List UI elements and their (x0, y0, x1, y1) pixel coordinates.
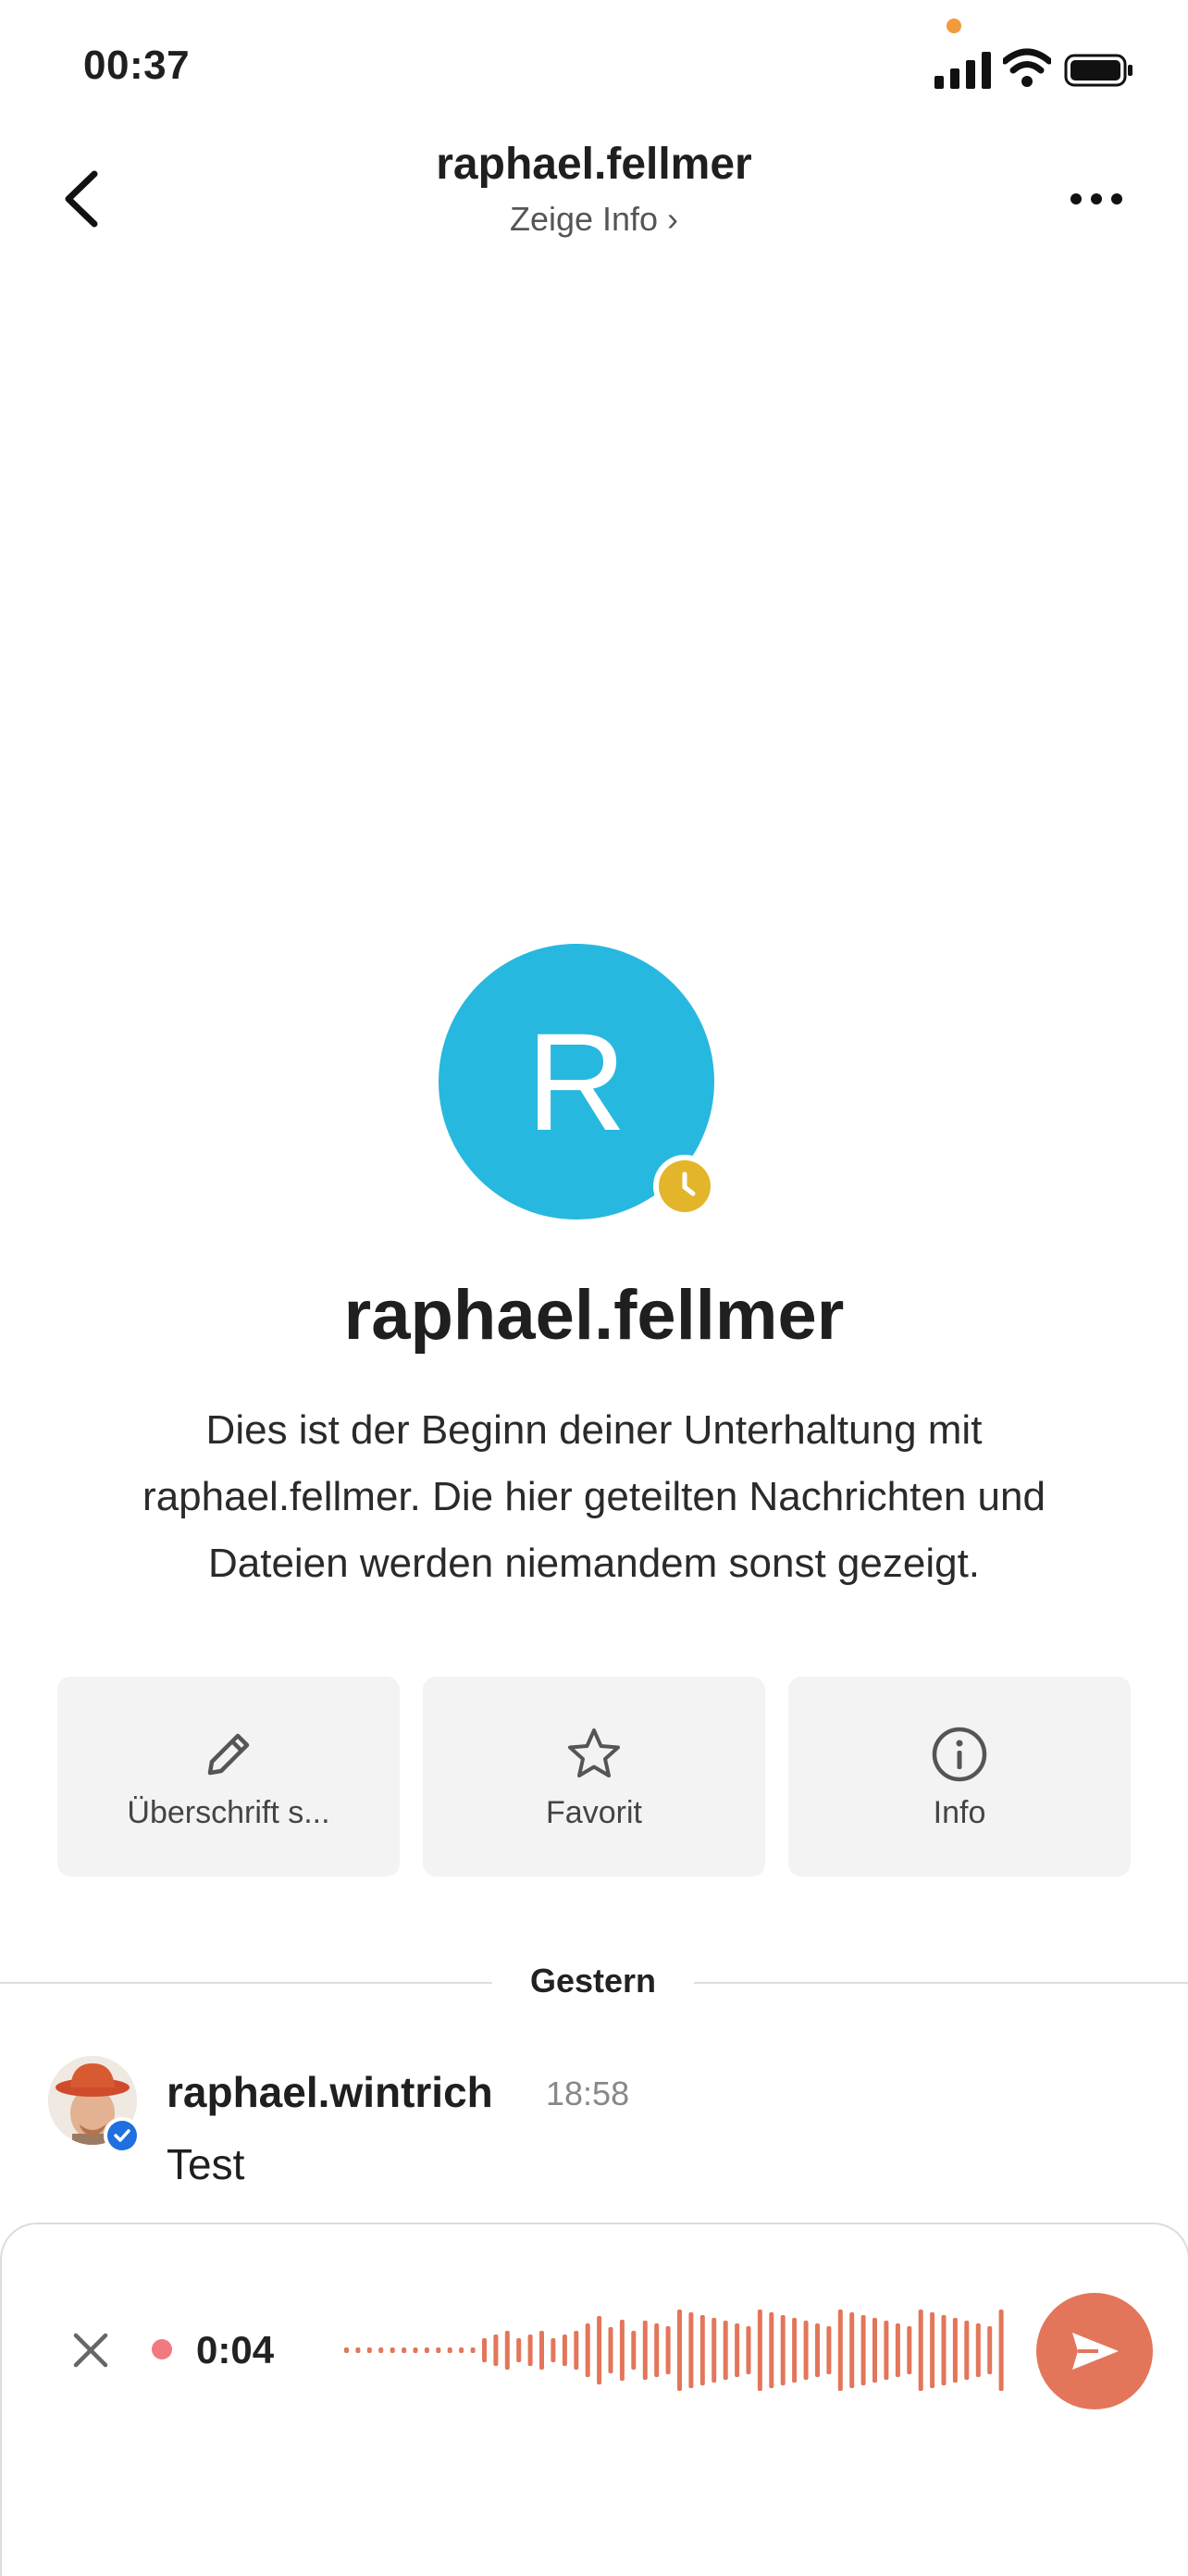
waveform-bar (987, 2326, 993, 2374)
recording-indicator-dot (152, 2339, 172, 2359)
cellular-signal-icon (934, 52, 991, 89)
message-timestamp: 18:58 (546, 2074, 630, 2112)
waveform-bar (837, 2310, 843, 2391)
waveform-bar (344, 2347, 349, 2353)
status-time: 00:37 (83, 43, 191, 88)
set-heading-label: Überschrift s... (127, 1795, 330, 1830)
waveform-bar (699, 2315, 705, 2385)
conversation-intro-text: Dies ist der Beginn deiner Unterhaltung … (142, 1407, 1046, 1586)
waveform-bar (941, 2315, 947, 2385)
waveform-bar (527, 2334, 533, 2366)
audio-waveform (344, 2310, 1004, 2391)
waveform-bar (470, 2347, 476, 2353)
waveform-bar (424, 2347, 429, 2353)
waveform-bar (447, 2347, 452, 2353)
pencil-icon (207, 1733, 250, 1776)
waveform-bar (998, 2310, 1004, 2391)
chat-title[interactable]: raphael.fellmer (0, 139, 1188, 190)
waveform-bar (631, 2331, 637, 2370)
message-text: Test (167, 2140, 245, 2188)
waveform-bar (815, 2323, 820, 2377)
waveform-bar (688, 2312, 694, 2388)
recording-duration: 0:04 (196, 2328, 275, 2372)
star-icon (568, 1728, 620, 1777)
waveform-bar (665, 2326, 671, 2374)
camera-indicator-dot (947, 19, 961, 33)
waveform-bar (585, 2323, 590, 2377)
waveform-bar (482, 2338, 487, 2362)
waveform-bar (780, 2315, 786, 2385)
voice-recording-composer (0, 2223, 1188, 2576)
waveform-bar (884, 2321, 889, 2380)
waveform-bar (551, 2338, 556, 2362)
waveform-bar (493, 2334, 499, 2366)
divider-line (0, 1982, 492, 1984)
waveform-bar (735, 2323, 740, 2377)
info-icon (932, 1727, 987, 1782)
message-author-name[interactable]: raphael.wintrich (167, 2067, 493, 2117)
waveform-bar (608, 2327, 613, 2373)
waveform-bar (562, 2334, 567, 2366)
waveform-bar (654, 2323, 660, 2377)
favorite-label: Favorit (546, 1795, 642, 1830)
divider-line (694, 1982, 1188, 1984)
date-divider-label: Gestern (529, 1962, 657, 2000)
waveform-bar (642, 2321, 648, 2380)
waveform-bar (872, 2318, 877, 2383)
waveform-bar (792, 2318, 798, 2383)
waveform-bar (436, 2347, 441, 2353)
waveform-bar (723, 2321, 728, 2380)
waveform-bar (757, 2310, 762, 2391)
waveform-bar (769, 2312, 774, 2388)
more-options-icon[interactable] (1064, 185, 1129, 213)
waveform-bar (619, 2320, 625, 2381)
waveform-bar (459, 2347, 464, 2353)
profile-name: raphael.fellmer (343, 1276, 845, 1355)
waveform-bar (378, 2347, 384, 2353)
waveform-bar (504, 2331, 510, 2370)
waveform-bar (597, 2316, 602, 2384)
waveform-bar (390, 2347, 395, 2353)
waveform-bar (860, 2315, 866, 2385)
waveform-bar (964, 2321, 970, 2380)
info-label: Info (933, 1795, 986, 1830)
send-icon (1072, 2333, 1119, 2370)
info-button[interactable]: Info (788, 1677, 1131, 1876)
set-heading-button[interactable]: Überschrift s... (57, 1677, 400, 1876)
send-button[interactable] (1036, 2293, 1153, 2409)
away-status-icon (653, 1155, 716, 1218)
waveform-bar (677, 2310, 682, 2391)
waveform-bar (413, 2347, 418, 2353)
favorite-button[interactable]: Favorit (423, 1677, 765, 1876)
waveform-bar (895, 2323, 900, 2377)
battery-icon (1064, 54, 1132, 87)
verified-badge-icon (104, 2117, 141, 2154)
waveform-bar (712, 2318, 717, 2383)
wifi-icon (1003, 48, 1051, 87)
waveform-bar (975, 2323, 981, 2377)
waveform-bar (402, 2347, 407, 2353)
waveform-bar (355, 2347, 361, 2353)
waveform-bar (539, 2331, 544, 2370)
cancel-recording-button[interactable] (65, 2324, 117, 2376)
waveform-bar (574, 2331, 579, 2370)
waveform-bar (849, 2312, 855, 2388)
waveform-bar (746, 2326, 751, 2374)
waveform-bar (930, 2312, 935, 2388)
waveform-bar (516, 2338, 522, 2362)
waveform-bar (918, 2310, 923, 2391)
waveform-bar (803, 2321, 809, 2380)
avatar-letter: R (526, 1003, 627, 1159)
waveform-bar (907, 2326, 912, 2374)
waveform-bar (826, 2326, 832, 2374)
show-info-link[interactable]: Zeige Info › (0, 200, 1188, 239)
waveform-bar (366, 2347, 372, 2353)
waveform-bar (952, 2318, 958, 2383)
